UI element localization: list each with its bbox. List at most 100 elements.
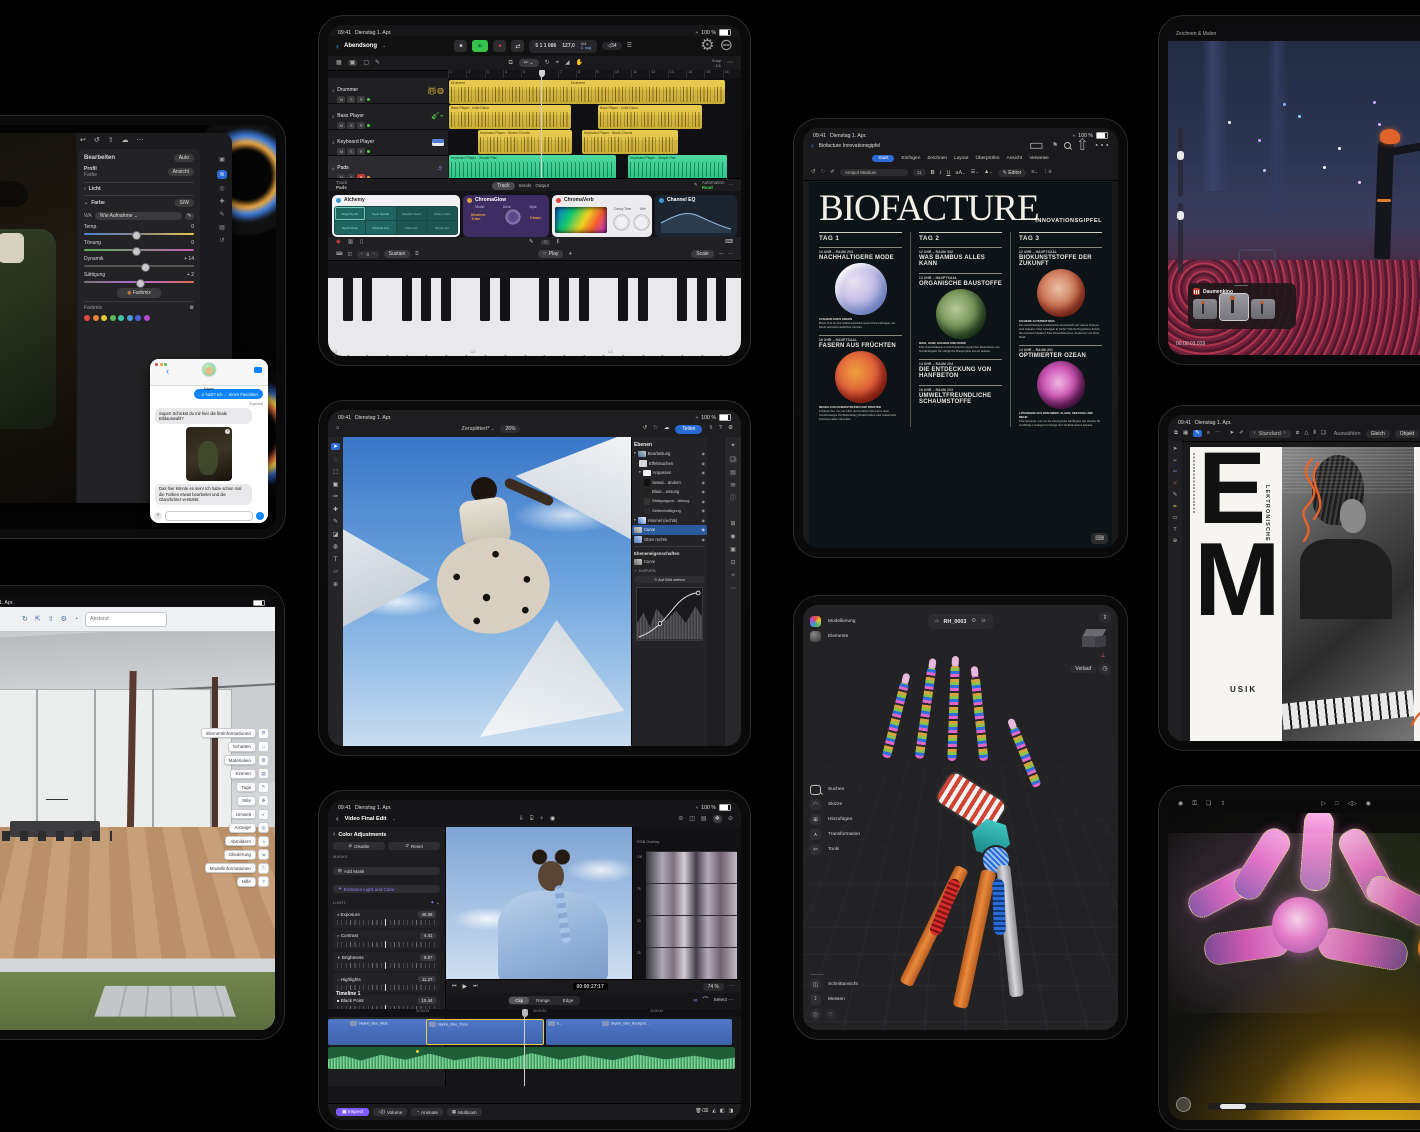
more-icon[interactable]: ⋯ — [727, 60, 733, 66]
panel-soften[interactable]: Abmildern◑ — [201, 836, 269, 847]
layers-icon[interactable]: ❏ — [1206, 801, 1211, 807]
playhead[interactable] — [541, 70, 542, 178]
export-icon[interactable]: ⇱ — [35, 616, 41, 623]
clip-partial[interactable] — [328, 1019, 350, 1045]
history-clock-icon[interactable]: ◷ — [1099, 663, 1111, 675]
warp-icon[interactable]: △ — [1304, 431, 1308, 437]
document-canvas[interactable]: BIOFACTURE INNOVATIONSGIPFEL TAG 1 14 UH… — [809, 182, 1112, 548]
loop-icon[interactable]: ∞ — [693, 998, 697, 1004]
saturation-slider[interactable] — [84, 281, 194, 283]
wet-knob[interactable] — [634, 215, 649, 230]
layer-row[interactable]: ▾Himmel (rechts)◉ — [632, 516, 707, 526]
properties-icon[interactable]: ▤ — [730, 470, 736, 476]
video-call-icon[interactable] — [254, 367, 262, 373]
inspect-button[interactable]: ▣ Inspect — [336, 1108, 369, 1116]
select-menu[interactable]: Select ⋯ — [714, 998, 733, 1003]
poster-letter-e[interactable]: E — [1198, 449, 1262, 529]
trim-tool-button[interactable]: ✂ ⌄ — [519, 59, 539, 67]
more-icon[interactable]: ⋯ — [729, 183, 734, 188]
wand-icon[interactable]: ✦ — [430, 901, 434, 906]
auto-button[interactable]: Auto — [174, 154, 194, 162]
licht-row[interactable]: ›Licht — [84, 182, 194, 195]
settings-icon[interactable]: ⚙ — [700, 38, 714, 54]
text-tool-icon[interactable]: T — [334, 557, 338, 563]
marker-icon[interactable]: ✒ — [1173, 505, 1178, 511]
more-icon[interactable]: ⋯ — [730, 984, 735, 989]
track-header-drummer[interactable]: 1 Drummer MSR 🥁︎◍ — [328, 78, 448, 104]
seg-sends[interactable]: Sends — [519, 183, 532, 188]
clip-3[interactable]: S… — [546, 1019, 602, 1045]
skip-fwd-icon[interactable]: ⏭ — [473, 984, 478, 989]
color-swatches[interactable] — [84, 315, 194, 321]
temp-slider[interactable] — [84, 233, 194, 235]
timeline-playhead[interactable] — [524, 1009, 525, 1086]
text-icon[interactable]: T — [1173, 528, 1176, 534]
region-keys-2[interactable]: Keyboard Player - Block Chords — [582, 130, 678, 154]
project-title[interactable]: Abendsong — [344, 43, 377, 49]
split-left-icon[interactable]: ◧ — [720, 1110, 725, 1115]
poster-word-2[interactable]: USIK — [1230, 685, 1257, 694]
brush-opacity-slider[interactable] — [1178, 203, 1183, 273]
track-header-bass[interactable]: 2 Bass Player MSR 🎸︎⌁ — [328, 104, 448, 130]
render-canvas[interactable] — [1168, 813, 1420, 1120]
record-icon[interactable]: ◉ — [1178, 801, 1183, 807]
seg-clip[interactable]: Clip — [509, 997, 529, 1004]
alchemy-pad[interactable]: Sync Swells — [366, 207, 396, 220]
notes-icon[interactable]: ▯ — [360, 240, 363, 246]
zoom-tool-icon[interactable]: ⊕ — [333, 582, 338, 588]
heal-tool-icon[interactable]: ✚ — [333, 507, 338, 513]
flipbook-panel[interactable]: Daumenkino — [1188, 283, 1296, 329]
copy-tool-icon[interactable]: ⧉ — [509, 60, 513, 66]
region-drummer-1[interactable]: Drummer — [449, 80, 571, 104]
select-tool-icon[interactable]: ➤ — [1173, 447, 1178, 453]
tab-einfuegen[interactable]: Einfügen — [901, 156, 920, 161]
stop-icon[interactable]: □ — [1335, 801, 1339, 807]
timeline-scrubber[interactable] — [1208, 1103, 1420, 1110]
frame-thumb-active[interactable] — [1220, 294, 1248, 320]
discover-icon[interactable]: ✦ — [730, 443, 735, 449]
render-settings-icon[interactable]: ◉ — [1366, 801, 1371, 807]
snap-icon[interactable]: ◎ — [810, 1009, 821, 1020]
piano-keyboard[interactable]: C2 C3 C4 — [328, 278, 741, 356]
settings-icon[interactable]: ⚙ — [61, 616, 67, 623]
history-icon[interactable]: ↺ — [94, 137, 100, 144]
help-icon[interactable]: ? — [719, 426, 722, 432]
seg-track[interactable]: Track — [492, 182, 514, 190]
window-close-dot[interactable] — [155, 363, 158, 366]
comments-icon[interactable]: ✉ — [730, 483, 735, 489]
same-button[interactable]: Gleich — [1366, 430, 1390, 438]
plugin-chromaglow[interactable]: ChromaGlow ModelDriveStyle Modern Tube C… — [463, 195, 549, 237]
fx-icon[interactable]: ✧ — [730, 573, 735, 579]
farbmix-button[interactable]: ◉ Farbmix — [117, 288, 161, 298]
seg-range[interactable]: Range — [530, 997, 556, 1004]
font-select[interactable]: Antipol Medium — [840, 169, 908, 176]
model-cable-hand[interactable] — [843, 665, 1098, 1010]
align-button[interactable]: ☰⌄ — [971, 170, 979, 176]
poster-letter-m[interactable]: M — [1194, 539, 1278, 622]
share-button[interactable]: Teilen — [675, 425, 702, 434]
split-keyboard-icon[interactable]: ◫ — [348, 252, 352, 257]
panel-scenes[interactable]: Szenen▤ — [201, 768, 269, 779]
keyboard-icon[interactable]: ⌨ — [725, 240, 733, 246]
home-icon[interactable]: ⌂ — [336, 426, 339, 432]
crop-icon[interactable]: ▣ — [219, 157, 225, 163]
layer-row[interactable]: Gelbentsättigung◉ — [632, 506, 707, 516]
vibrance-slider[interactable] — [84, 265, 194, 267]
contact-name[interactable]: Joyce — [203, 386, 213, 391]
slider-contrast[interactable]: ◐ Contrast4.41 — [333, 930, 440, 949]
import-icon[interactable]: ⇩ — [519, 816, 524, 822]
marquee-tool-icon[interactable]: ⌖ — [556, 60, 559, 66]
measure-button[interactable]: ⟟Messen — [810, 994, 862, 1005]
alchemy-pad[interactable]: Angel Synth — [335, 207, 365, 220]
layer-row[interactable]: ▾Bearbeitung◉ — [632, 449, 707, 459]
tool-add[interactable]: ⊞Hinzufügen — [810, 814, 864, 825]
mute-button[interactable]: M — [337, 96, 345, 103]
sw-button[interactable]: S/W — [175, 199, 194, 207]
add-layer-icon[interactable]: ⊞ — [730, 521, 735, 527]
panel-model-info[interactable]: Modellinformationenⓘ — [201, 863, 269, 874]
message-photo[interactable]: × — [186, 427, 232, 481]
view-orbit-button[interactable] — [1176, 1097, 1191, 1112]
editor-button[interactable]: ✎ Editor — [998, 169, 1027, 177]
skip-back-icon[interactable]: ⏮ — [452, 984, 457, 989]
mixer-view-icon[interactable]: ▣ — [348, 60, 358, 66]
